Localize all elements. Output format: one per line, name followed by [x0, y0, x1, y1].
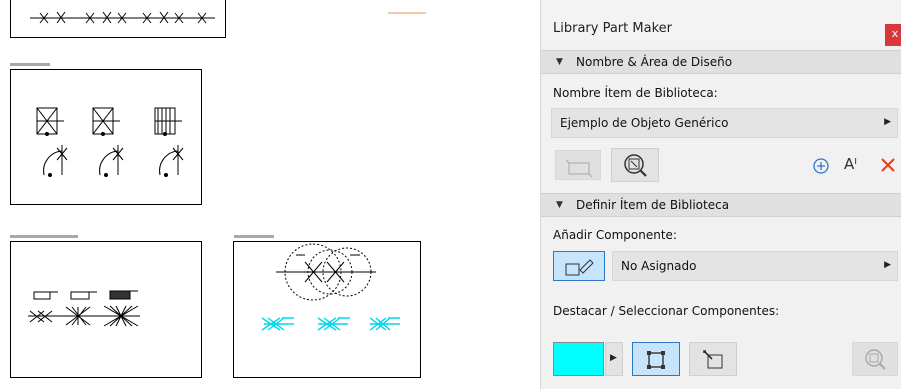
- add-component-label: Añadir Componente:: [553, 228, 677, 242]
- add-component-button[interactable]: [553, 251, 605, 281]
- name-dropdown[interactable]: Ejemplo de Objeto Genérico ▶: [551, 108, 898, 138]
- drawing-canvas[interactable]: [0, 0, 540, 389]
- select-box-button[interactable]: [632, 342, 680, 376]
- collapse-triangle-icon: ▼: [556, 200, 563, 210]
- panel-titlebar[interactable]: Library Part Maker x: [541, 0, 901, 46]
- corner-select-icon: [703, 350, 723, 369]
- name-value: Ejemplo de Objeto Genérico: [560, 116, 729, 130]
- close-button[interactable]: x: [885, 24, 901, 46]
- add-circle-icon[interactable]: [812, 157, 830, 175]
- color-menu-button[interactable]: ▶: [605, 342, 623, 376]
- dropdown-arrow-icon: ▶: [884, 117, 891, 127]
- component-dropdown[interactable]: No Asignado ▶: [612, 251, 898, 281]
- name-label: Nombre Ítem de Biblioteca:: [553, 86, 718, 100]
- section-header-definir[interactable]: ▼ Definir Ítem de Biblioteca: [541, 193, 901, 217]
- zoom-icon: [624, 154, 647, 177]
- panel-title: Library Part Maker: [553, 21, 672, 36]
- box-button[interactable]: [555, 150, 601, 180]
- collapse-triangle-icon: ▼: [556, 57, 563, 67]
- section-title-nombre: Nombre & Área de Diseño: [576, 55, 733, 69]
- dropdown-arrow-icon: ▶: [884, 260, 891, 270]
- highlight-color-swatch[interactable]: [553, 342, 604, 376]
- zoom-disabled-button[interactable]: [852, 342, 898, 376]
- delete-icon[interactable]: [879, 156, 897, 174]
- pencil-box-icon: [565, 259, 594, 276]
- cad-drawings: [28, 11, 400, 331]
- corner-select-button[interactable]: [689, 342, 737, 376]
- zoom-icon: [865, 349, 886, 370]
- section-header-nombre[interactable]: ▼ Nombre & Área de Diseño: [541, 50, 901, 74]
- zoom-button[interactable]: [611, 148, 659, 182]
- library-part-maker-panel: Library Part Maker x ▼ Nombre & Área de …: [540, 0, 901, 389]
- section-title-definir: Definir Ítem de Biblioteca: [576, 198, 730, 212]
- box-icon: [565, 159, 593, 178]
- selection-box-icon: [647, 351, 665, 369]
- highlight-label: Destacar / Seleccionar Componentes:: [553, 304, 780, 318]
- dropdown-arrow-icon: ▶: [610, 353, 617, 363]
- text-size-icon[interactable]: Aᴵ: [844, 155, 857, 173]
- component-value: No Asignado: [621, 259, 697, 273]
